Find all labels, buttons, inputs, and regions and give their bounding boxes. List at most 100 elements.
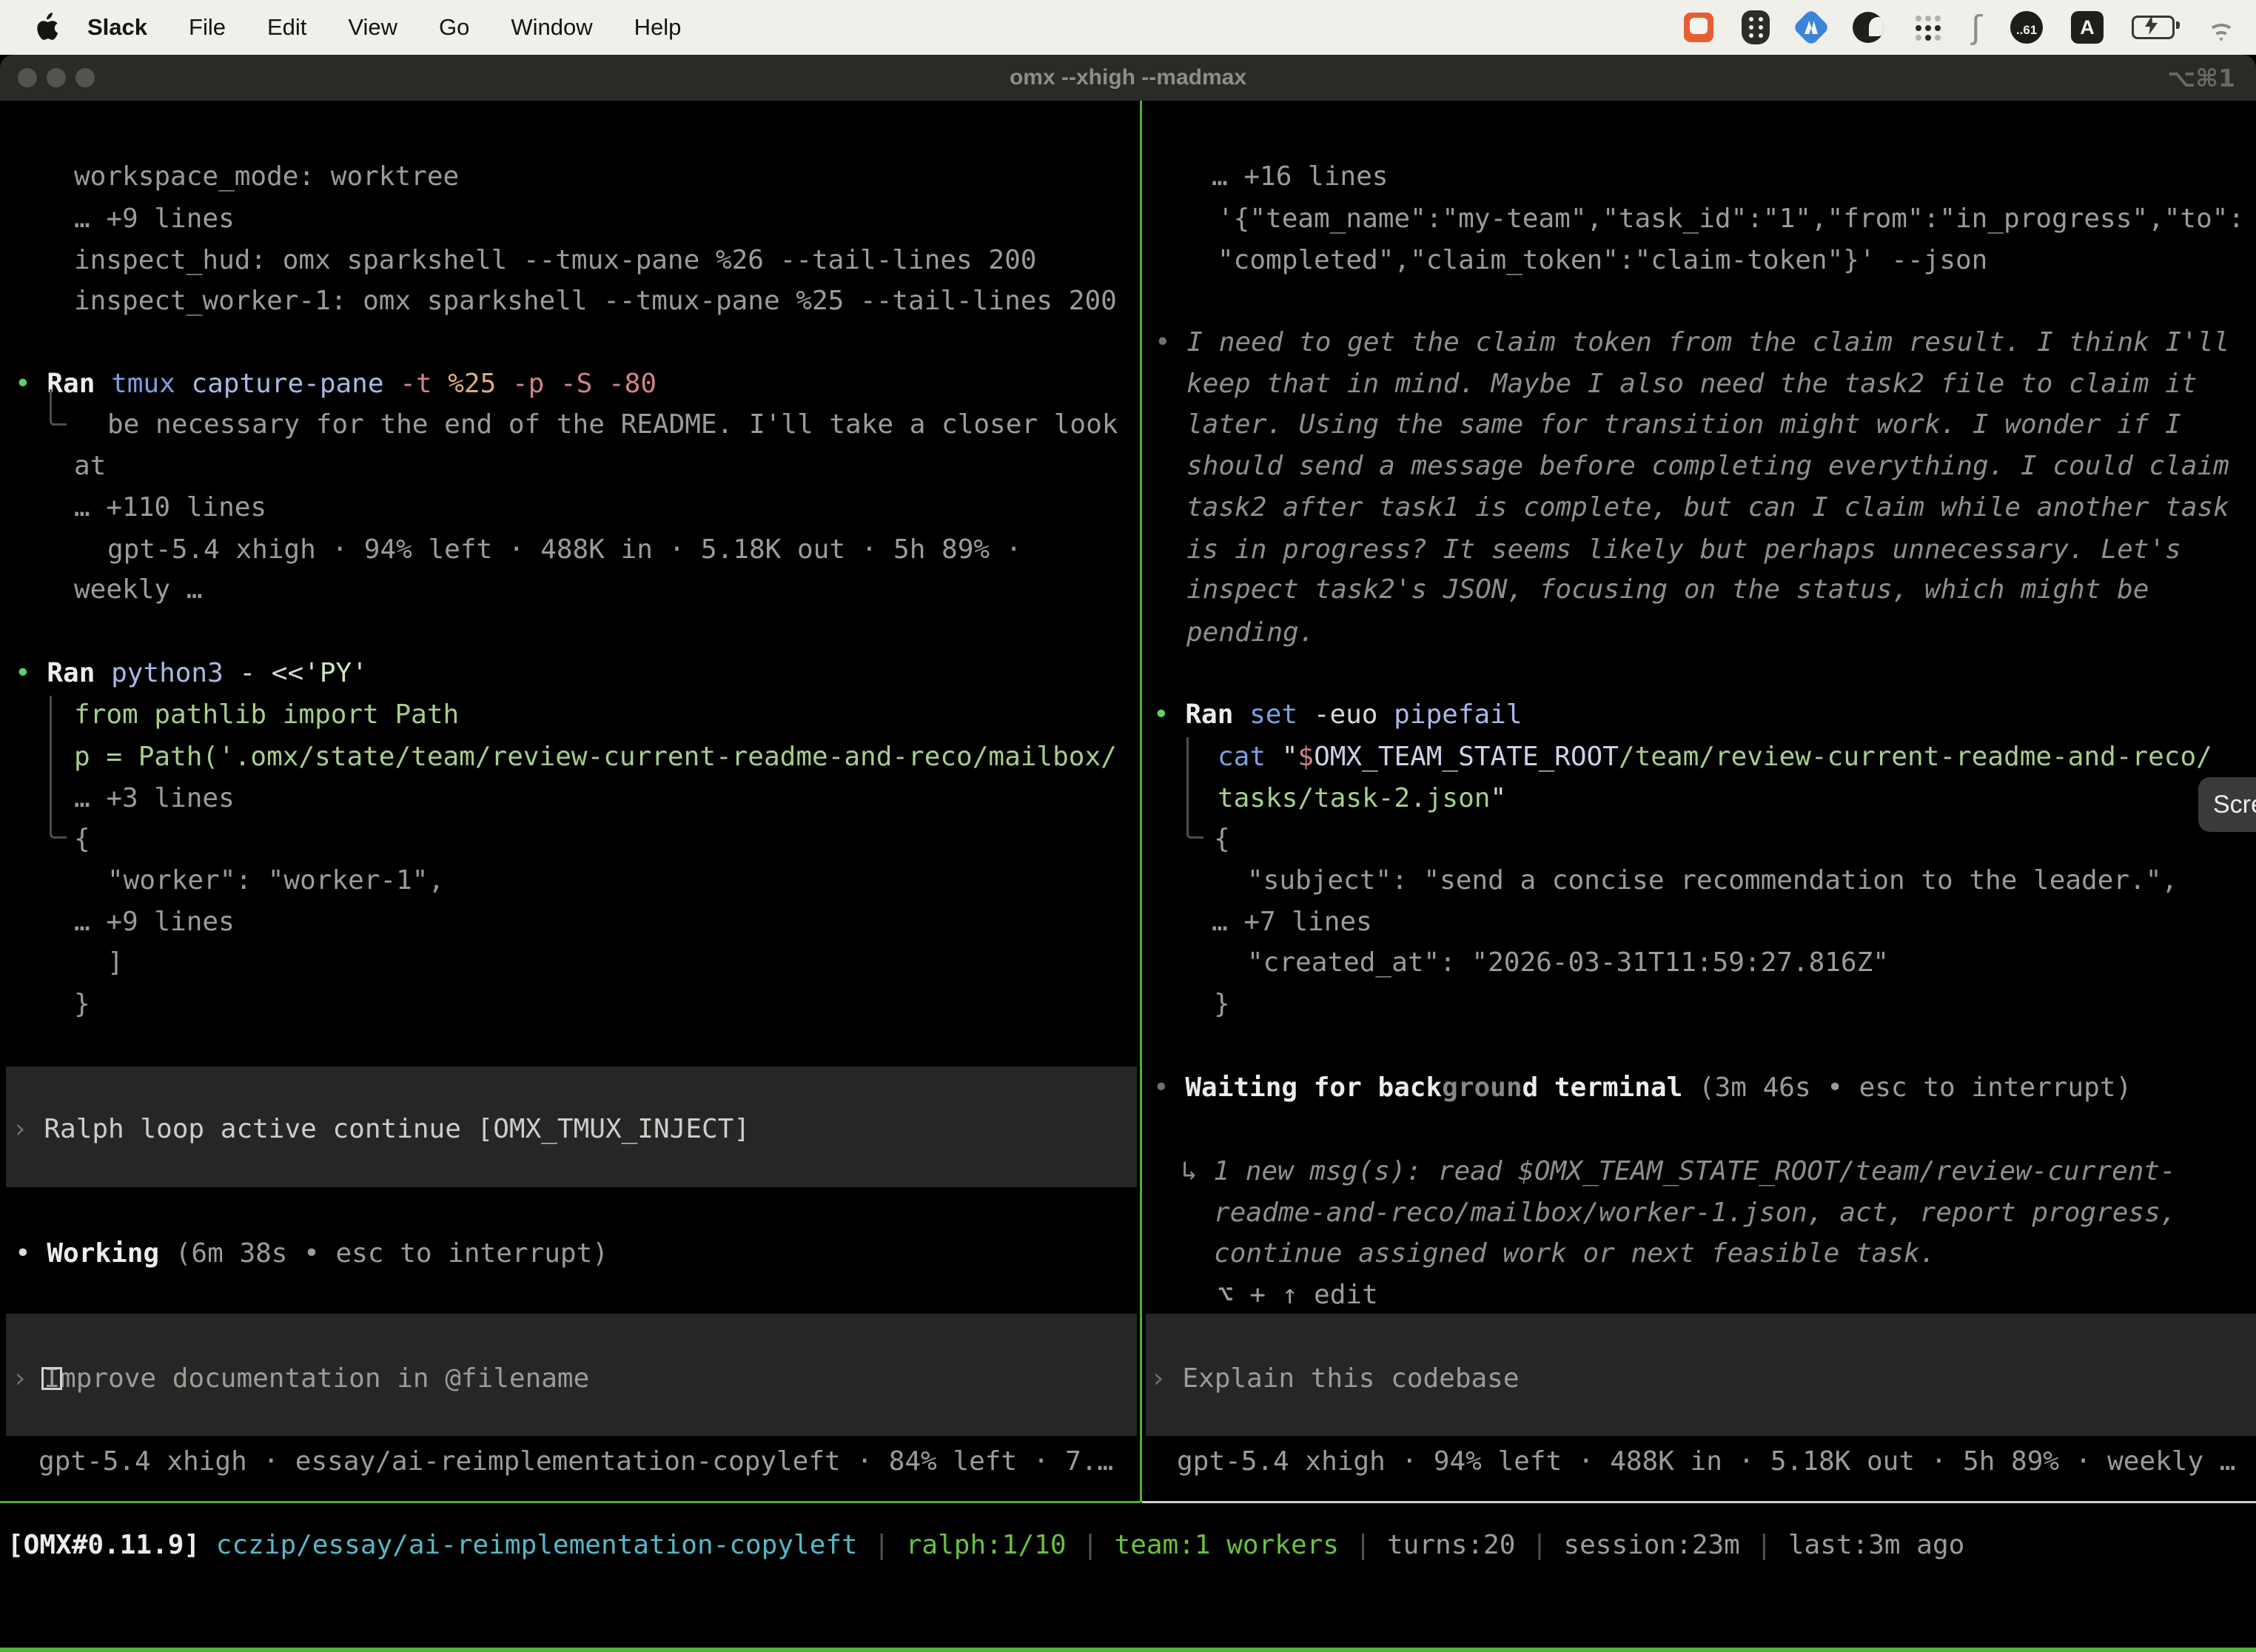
text-segment: turns:20 — [1387, 1530, 1515, 1560]
dark-crescent-icon[interactable] — [1853, 12, 1884, 43]
menu-item-edit[interactable]: Edit — [267, 14, 306, 41]
window-titlebar[interactable]: omx --xhigh --madmax ⌥⌘1 — [0, 55, 2256, 101]
window-title: omx --xhigh --madmax — [0, 65, 2256, 90]
text-segment: '{"team_name":"my-team","task_id":"1","f… — [1218, 204, 2244, 234]
pane-divider[interactable] — [1140, 101, 1142, 1502]
terminal-line: › Ralph loop active continue [OMX_TMUX_I… — [12, 1109, 750, 1150]
text-segment: • — [15, 658, 47, 688]
text-segment: } — [74, 989, 90, 1019]
text-segment: " — [1490, 783, 1506, 813]
terminal-line: { — [1214, 819, 1230, 860]
terminal-line: … +9 lines — [74, 198, 235, 240]
text-segment: | — [1339, 1530, 1387, 1560]
terminal-line: keep that in mind. Maybe I also need the… — [1186, 363, 2197, 405]
text-segment: (3m 46s • esc to interrupt) — [1699, 1072, 2132, 1103]
terminal-line: continue assigned work or next feasible … — [1214, 1233, 1936, 1275]
countdown-badge[interactable]: ..61 — [2010, 11, 2043, 44]
terminal-line: inspect_worker-1: omx sparkshell --tmux-… — [74, 281, 1117, 322]
apple-logo-icon[interactable] — [34, 13, 59, 42]
terminal-line: } — [1214, 984, 1230, 1025]
text-segment: readme-and-reco/mailbox/worker-1.json, a… — [1214, 1198, 2176, 1228]
terminal-line: '{"team_name":"my-team","task_id":"1","f… — [1218, 198, 2244, 240]
menu-item-file[interactable]: File — [189, 14, 226, 41]
text-segment: cczip/essay/ai-reimplementation-copyleft — [216, 1530, 858, 1560]
text-segment: p = Path('.omx/state/team/review-current… — [74, 742, 1117, 772]
text-segment: gpt-5.4 xhigh · 94% left · 488K in · 5.1… — [107, 534, 1021, 565]
text-segment: /team/review-current-readme-and-reco/ — [1619, 742, 2212, 772]
terminal-line: be necessary for the end of the README. … — [107, 404, 1118, 446]
terminal-line: is in progress? It seems likely but perh… — [1186, 529, 2181, 571]
terminal-line: "subject": "send a concise recommendatio… — [1247, 860, 2178, 901]
menu-item-view[interactable]: View — [348, 14, 397, 41]
terminal-line: • Ran python3 - <<'PY' — [15, 653, 368, 694]
menu-item-window[interactable]: Window — [511, 14, 592, 41]
menu-bar: Slack File Edit View Go Window Help ʃ ..61 A — [0, 0, 2256, 55]
dots-grid-icon[interactable] — [1912, 12, 1943, 43]
text-segment: -p — [512, 369, 560, 399]
output-connector-line — [50, 696, 67, 839]
left-pane-bottom-border — [0, 1501, 1140, 1503]
squiggle-icon[interactable]: ʃ — [1971, 9, 1982, 47]
right-pane-bottom-border — [1142, 1501, 2256, 1503]
menu-status-icons: ʃ ..61 A — [1684, 9, 2240, 47]
text-segment: | — [858, 1530, 906, 1560]
text-segment: { — [74, 824, 90, 854]
text-segment: inspect task2's JSON, focusing on the st… — [1186, 574, 2149, 605]
terminal-content[interactable]: workspace_mode: worktree… +9 linesinspec… — [0, 101, 2256, 1652]
blue-badge-icon[interactable] — [1793, 9, 1830, 47]
text-segment: | — [1515, 1530, 1563, 1560]
screenshot-app-icon[interactable] — [1684, 13, 1713, 42]
window-shortcut-hint: ⌥⌘1 — [2167, 64, 2235, 93]
text-segment: ↳ 1 new msg(s): read $OMX_TEAM_STATE_ROO… — [1181, 1156, 2176, 1186]
terminal-line: gpt-5.4 xhigh · essay/ai-reimplementatio… — [38, 1441, 1113, 1483]
text-segment: gpt-5.4 xhigh · essay/ai-reimplementatio… — [38, 1446, 1113, 1477]
menu-item-help[interactable]: Help — [634, 14, 682, 41]
terminal-line: ↳ 1 new msg(s): read $OMX_TEAM_STATE_ROO… — [1181, 1151, 2176, 1192]
terminal-line: weekly … — [74, 569, 202, 611]
terminal-line: › Improve documentation in @filename — [12, 1358, 589, 1400]
text-segment: mprove documentation in @filename — [60, 1363, 589, 1394]
text-segment: session:23m — [1563, 1530, 1739, 1560]
terminal-line: inspect task2's JSON, focusing on the st… — [1186, 569, 2149, 611]
grid-shield-icon[interactable] — [1742, 10, 1770, 44]
terminal-line: "completed","claim_token":"claim-token"}… — [1218, 240, 1987, 281]
text-segment: from pathlib import Path — [74, 699, 459, 730]
terminal-line: workspace_mode: worktree — [74, 156, 459, 198]
menu-item-go[interactable]: Go — [439, 14, 469, 41]
terminal-line: from pathlib import Path — [74, 694, 459, 736]
text-segment: ⌥ + ↑ edit — [1218, 1280, 1378, 1310]
text-segment: inspect_worker-1: omx sparkshell --tmux-… — [74, 286, 1117, 316]
terminal-line: • Waiting for background terminal (3m 46… — [1153, 1067, 2132, 1109]
terminal-line: • Ran tmux capture-pane -t %25 -p -S -80 — [15, 363, 657, 405]
text-segment: task2 after task1 is complete, but can I… — [1186, 492, 2229, 523]
terminal-line: p = Path('.omx/state/team/review-current… — [74, 736, 1117, 778]
text-segment: pipefail — [1394, 699, 1522, 730]
text-segment: [OMX#0.11.9] — [7, 1530, 216, 1560]
input-source-icon[interactable]: A — [2071, 11, 2104, 44]
text-segment: { — [1214, 824, 1230, 854]
terminal-line: later. Using the same for transition mig… — [1186, 404, 2181, 446]
text-segment: -80 — [608, 369, 657, 399]
text-segment: • — [15, 1238, 47, 1269]
terminal-line: { — [74, 819, 90, 860]
text-segment: Ran — [47, 658, 111, 688]
text-segment: -euo — [1314, 699, 1394, 730]
text-segment: d terminal — [1523, 1072, 1699, 1103]
text-segment: Explain this codebase — [1182, 1363, 1519, 1394]
terminal-line: tasks/task-2.json" — [1218, 778, 1506, 819]
text-segment: I need to get the claim token from the c… — [1186, 327, 2229, 357]
terminal-line: readme-and-reco/mailbox/worker-1.json, a… — [1214, 1192, 2176, 1234]
text-segment: OMX_TEAM_STATE_ROOT — [1314, 742, 1619, 772]
terminal-window: omx --xhigh --madmax ⌥⌘1 workspace_mode:… — [0, 55, 2256, 1652]
wifi-icon[interactable] — [2203, 13, 2240, 41]
text-segment: keep that in mind. Maybe I also need the… — [1186, 369, 2197, 399]
battery-icon[interactable] — [2132, 16, 2175, 39]
menu-item-slack[interactable]: Slack — [87, 14, 147, 41]
text-segment: is in progress? It seems likely but perh… — [1186, 534, 2181, 565]
output-connector-line — [1186, 737, 1203, 839]
text-segment: " — [1282, 742, 1298, 772]
terminal-line: … +16 lines — [1212, 156, 1388, 198]
omx-status-line: [OMX#0.11.9] cczip/essay/ai-reimplementa… — [7, 1525, 1964, 1566]
text-segment: … +9 lines — [74, 907, 235, 937]
terminal-line: inspect_hud: omx sparkshell --tmux-pane … — [74, 240, 1036, 281]
